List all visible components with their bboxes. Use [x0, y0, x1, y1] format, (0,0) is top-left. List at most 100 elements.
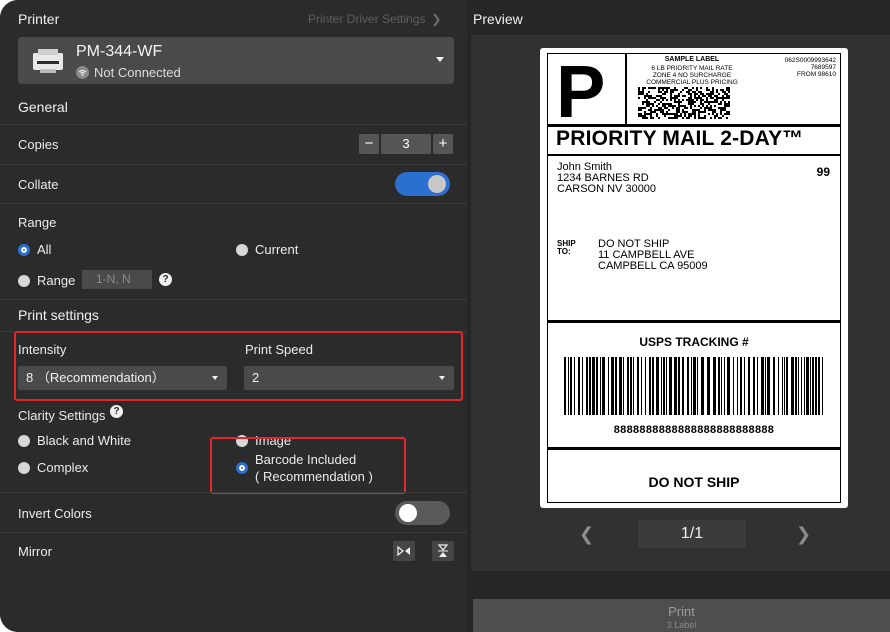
barcode-module: [686, 99, 688, 101]
barcode-module: [638, 107, 640, 109]
barcode-module: [690, 101, 692, 103]
copies-value[interactable]: 3: [381, 134, 431, 154]
barcode-bar: [761, 357, 764, 415]
preview-header: Preview: [473, 11, 523, 27]
barcode-module: [690, 107, 692, 109]
barcode-module: [676, 97, 678, 99]
barcode-module: [724, 97, 726, 99]
barcode-module: [682, 117, 684, 119]
barcode-module: [700, 101, 702, 103]
barcode-module: [728, 97, 730, 99]
barcode-module: [708, 101, 710, 103]
chevron-left-icon[interactable]: ❮: [579, 524, 594, 545]
barcode-module: [706, 97, 708, 99]
barcode-module: [676, 111, 678, 113]
chevron-right-icon[interactable]: ❯: [796, 524, 811, 545]
help-icon[interactable]: ?: [110, 405, 123, 418]
barcode-module: [708, 103, 710, 105]
print-button[interactable]: Print 3 Label: [473, 599, 890, 632]
mirror-horizontal-button[interactable]: [393, 541, 415, 561]
barcode-module: [702, 105, 704, 107]
label-to-line: CAMPBELL CA 95009: [598, 260, 708, 272]
barcode-module: [650, 109, 652, 111]
printer-selector[interactable]: PM-344-WF Not Connected: [18, 37, 454, 84]
barcode-bar: [627, 357, 629, 415]
label-service-name: PRIORITY MAIL 2-DAY™: [556, 127, 804, 150]
page-indicator: 1/1: [638, 520, 746, 548]
barcode-module: [644, 117, 646, 119]
collate-toggle[interactable]: [395, 172, 450, 196]
complex-radio[interactable]: Complex: [18, 460, 88, 475]
barcode-module: [718, 97, 720, 99]
range-custom-radio[interactable]: Range: [18, 273, 75, 288]
copies-stepper[interactable]: − 3 +: [359, 134, 453, 154]
barcode-module: [696, 87, 698, 89]
barcode-bar: [782, 357, 783, 415]
barcode-bar: [786, 357, 788, 415]
barcode-module: [684, 105, 686, 107]
barcode-module: [684, 95, 686, 97]
barcode-module: [706, 87, 708, 89]
range-input[interactable]: 1-N, N: [82, 270, 152, 289]
barcode-module: [680, 115, 682, 117]
barcode-module: [660, 97, 662, 99]
barcode-module: [686, 117, 688, 119]
increment-button[interactable]: +: [433, 134, 453, 154]
range-current-radio[interactable]: Current: [236, 242, 298, 257]
barcode-module: [706, 105, 708, 107]
barcode-module: [662, 111, 664, 113]
mirror-vertical-button[interactable]: [432, 541, 454, 561]
decrement-button[interactable]: −: [359, 134, 379, 154]
barcode-module: [692, 87, 694, 89]
barcode-module: [646, 93, 648, 95]
barcode-bar: [822, 357, 823, 415]
black-white-label: Black and White: [37, 433, 131, 448]
barcode-bar: [753, 357, 755, 415]
radio-icon: [18, 461, 30, 474]
barcode-module: [706, 99, 708, 101]
barcode-module: [724, 91, 726, 93]
barcode-bar: [801, 357, 802, 415]
barcode-module: [674, 101, 676, 103]
help-icon[interactable]: ?: [159, 273, 172, 286]
clarity-label: Clarity Settings: [18, 408, 106, 423]
barcode-bar: [669, 357, 672, 415]
barcode-module: [666, 107, 668, 109]
radio-icon: [236, 243, 248, 256]
barcode-module: [642, 115, 644, 117]
barcode-module: [694, 117, 696, 119]
barcode-module: [726, 113, 728, 115]
label-sample-title: SAMPLE LABEL: [664, 56, 720, 63]
barcode-module: [676, 109, 678, 111]
barcode-module: [646, 95, 648, 97]
barcode-module: [662, 105, 664, 107]
barcode-module: [688, 117, 690, 119]
barcode-module: [648, 103, 650, 105]
barcode-module: [646, 117, 648, 119]
mirror-horizontal-icon: [397, 545, 410, 557]
barcode-module: [684, 113, 686, 115]
barcode-module: [714, 99, 716, 101]
barcode-module: [670, 89, 672, 91]
barcode-module: [712, 87, 714, 89]
barcode-module: [666, 103, 668, 105]
label-from-address: John Smith 1234 BARNES RD CARSON NV 3000…: [557, 162, 656, 195]
barcode-module: [682, 99, 684, 101]
barcode-module: [672, 97, 674, 99]
barcode-module: [638, 115, 640, 117]
printer-status: Not Connected: [76, 65, 181, 80]
label-footer: DO NOT SHIP: [648, 474, 740, 490]
barcode-module: [650, 117, 652, 119]
barcode-module: [702, 117, 704, 119]
barcode-module: [660, 109, 662, 111]
range-all-radio[interactable]: All: [18, 242, 51, 257]
invert-colors-toggle[interactable]: [395, 501, 450, 525]
barcode-module: [676, 101, 678, 103]
black-white-radio[interactable]: Black and White: [18, 433, 131, 448]
barcode-module: [650, 115, 652, 117]
driver-settings-link[interactable]: Printer Driver Settings ❯: [308, 12, 441, 26]
barcode-module: [690, 95, 692, 97]
barcode-module: [692, 99, 694, 101]
barcode-module: [698, 97, 700, 99]
barcode-module: [662, 89, 664, 91]
